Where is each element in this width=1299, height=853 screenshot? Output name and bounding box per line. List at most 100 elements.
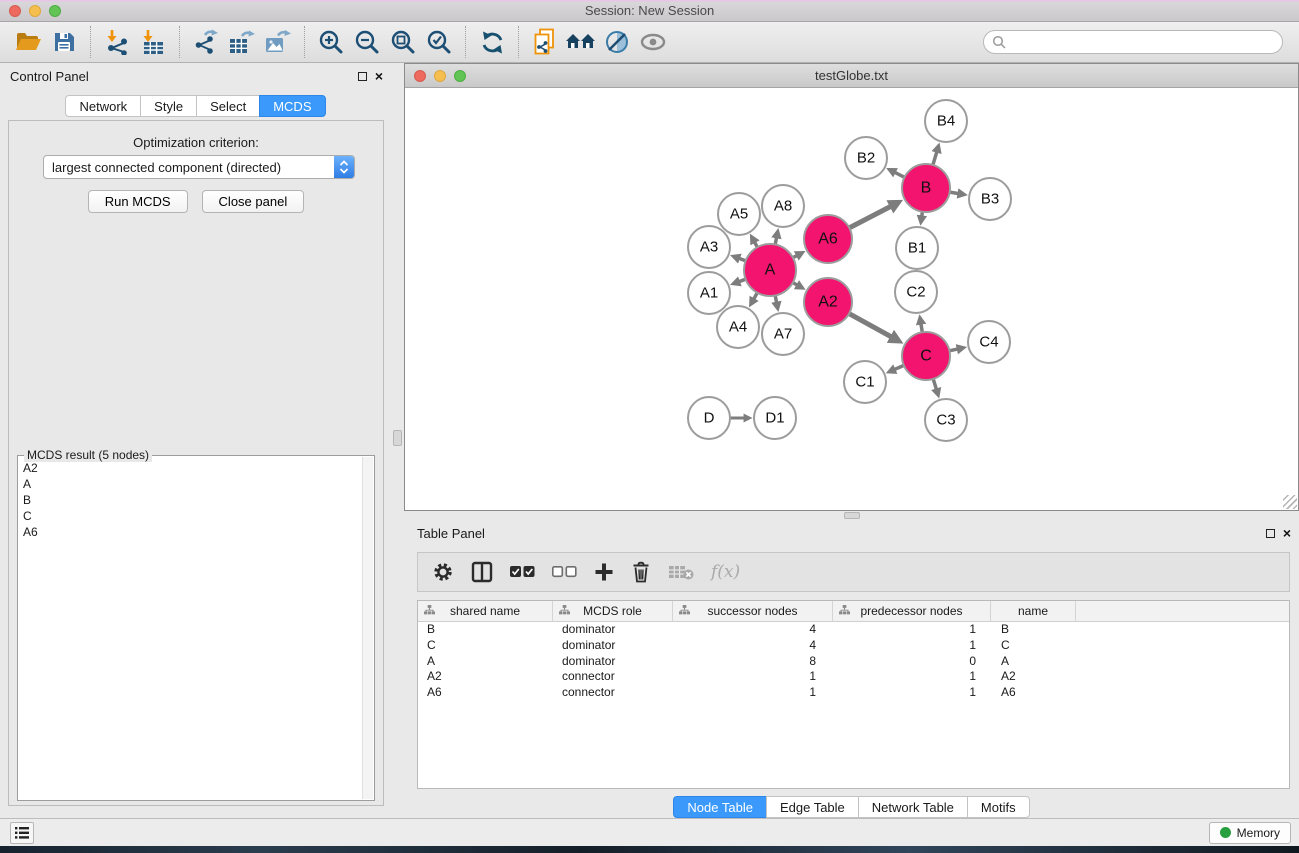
hide-all-columns-button[interactable] (552, 566, 577, 578)
table-header-row: shared name MCDS role successor nodes prede… (418, 601, 1289, 622)
column-header[interactable]: MCDS role (553, 601, 673, 621)
result-item[interactable]: A2 (19, 460, 362, 476)
create-column-button[interactable] (594, 562, 614, 582)
splitter-handle[interactable] (393, 430, 402, 446)
zoom-out-button[interactable] (349, 25, 385, 59)
result-item[interactable]: B (19, 492, 362, 508)
graph-edge-A6-B[interactable] (849, 207, 890, 228)
search-input[interactable] (983, 30, 1283, 54)
run-mcds-button[interactable]: Run MCDS (88, 190, 188, 213)
graph-node-label: A7 (774, 326, 792, 343)
graph-edge-A2-C[interactable] (849, 314, 891, 337)
table-cell: A2 (418, 669, 553, 684)
tab-style[interactable]: Style (140, 95, 196, 117)
columns-icon (471, 561, 493, 583)
refresh-icon (480, 30, 505, 55)
hide-graphics-details-button[interactable] (599, 25, 635, 59)
zoom-fit-icon (390, 29, 416, 55)
table-cell: A6 (418, 685, 553, 700)
table-settings-button[interactable] (432, 561, 454, 583)
result-scrollbar[interactable] (362, 457, 373, 799)
result-item[interactable]: A (19, 476, 362, 492)
graph-edge-A-A7[interactable] (775, 296, 776, 303)
float-panel-icon[interactable] (1266, 529, 1275, 538)
column-header[interactable]: shared name (418, 601, 553, 621)
resize-grip[interactable] (1283, 495, 1297, 509)
tab-network-table[interactable]: Network Table (858, 796, 967, 818)
close-panel-icon[interactable]: × (1283, 528, 1291, 538)
column-header-label: name (1018, 604, 1048, 618)
table-row[interactable]: Adominator80A (418, 653, 1289, 669)
graph-edge-C-C4[interactable] (949, 349, 957, 351)
tab-node-table[interactable]: Node Table (673, 796, 766, 818)
export-image-button[interactable] (260, 25, 296, 59)
memory-button[interactable]: Memory (1209, 822, 1291, 844)
table-cell: A2 (991, 669, 1076, 684)
split-columns-button[interactable] (471, 561, 493, 583)
export-network-button[interactable] (188, 25, 224, 59)
result-item[interactable]: C (19, 508, 362, 524)
zoom-selected-button[interactable] (421, 25, 457, 59)
close-panel-icon[interactable]: × (375, 71, 383, 81)
graph-edge-B-B2[interactable] (895, 173, 904, 178)
table-cell: connector (553, 685, 673, 700)
column-header[interactable]: successor nodes (673, 601, 833, 621)
graph-node-label: A4 (729, 319, 747, 336)
close-panel-button[interactable]: Close panel (202, 190, 305, 213)
task-history-button[interactable] (10, 822, 34, 844)
table-row[interactable]: Bdominator41B (418, 622, 1289, 638)
status-bar: Memory (0, 818, 1299, 846)
graph-edge-A-A8[interactable] (775, 238, 776, 245)
criterion-select[interactable]: largest connected component (directed) (43, 155, 355, 179)
delete-column-button[interactable] (631, 561, 651, 583)
graph-edge-B-B3[interactable] (950, 192, 958, 193)
details-toggle-icon (604, 29, 630, 55)
tab-mcds[interactable]: MCDS (259, 95, 325, 117)
tab-motifs[interactable]: Motifs (967, 796, 1030, 818)
graph-edge-A-A4[interactable] (754, 293, 757, 299)
graph-node-label: C4 (979, 334, 998, 351)
save-session-button[interactable] (46, 25, 82, 59)
horizontal-splitter[interactable] (404, 511, 1299, 520)
houses-icon (565, 30, 597, 54)
graph-edge-B-B4[interactable] (933, 152, 937, 165)
export-table-button[interactable] (224, 25, 260, 59)
graph-edge-C-C1[interactable] (895, 365, 904, 369)
graph-node-label: A8 (774, 198, 792, 215)
column-header[interactable]: predecessor nodes (833, 601, 991, 621)
splitter-handle[interactable] (844, 512, 860, 519)
vertical-splitter[interactable] (391, 63, 404, 818)
table-row[interactable]: Cdominator41C (418, 638, 1289, 654)
zoom-in-button[interactable] (313, 25, 349, 59)
show-all-columns-button[interactable] (510, 566, 535, 578)
table-cell: 1 (833, 685, 991, 700)
tab-edge-table[interactable]: Edge Table (766, 796, 858, 818)
delete-table-button[interactable] (668, 563, 694, 581)
network-canvas[interactable]: B4B2BB3A5A8A6A3B1AA1C2A2A4A7C4CC1C3DD1 (405, 89, 1298, 510)
column-header-label: shared name (450, 604, 520, 618)
table-row[interactable]: A6connector11A6 (418, 685, 1289, 701)
column-header[interactable]: name (991, 601, 1076, 621)
import-network-button[interactable] (99, 25, 135, 59)
function-builder-button[interactable]: f(x) (711, 562, 740, 582)
float-panel-icon[interactable] (358, 72, 367, 81)
show-details-button[interactable] (635, 25, 671, 59)
table-toolbar: f(x) (417, 552, 1290, 592)
network-view-window: testGlobe.txt B4B2BB3A5A8A6A3B1AA1C2A2A4… (404, 63, 1299, 511)
column-header-label: successor nodes (707, 604, 797, 618)
refresh-button[interactable] (474, 25, 510, 59)
result-item[interactable]: A6 (19, 524, 362, 540)
home-button[interactable] (563, 25, 599, 59)
import-table-button[interactable] (135, 25, 171, 59)
create-network-from-file-button[interactable] (527, 25, 563, 59)
graph-edge-C-C2[interactable] (921, 324, 922, 332)
graph-edge-C-C3[interactable] (933, 379, 936, 389)
table-row[interactable]: A2connector11A2 (418, 669, 1289, 685)
open-session-button[interactable] (10, 25, 46, 59)
cytoscape-window: Session: New Session (0, 0, 1299, 853)
zoom-fit-button[interactable] (385, 25, 421, 59)
control-panel: Control Panel × NetworkStyleSelectMCDS O… (0, 63, 391, 818)
tab-select[interactable]: Select (196, 95, 259, 117)
tab-network[interactable]: Network (65, 95, 140, 117)
network-window-titlebar[interactable]: testGlobe.txt (405, 64, 1298, 88)
